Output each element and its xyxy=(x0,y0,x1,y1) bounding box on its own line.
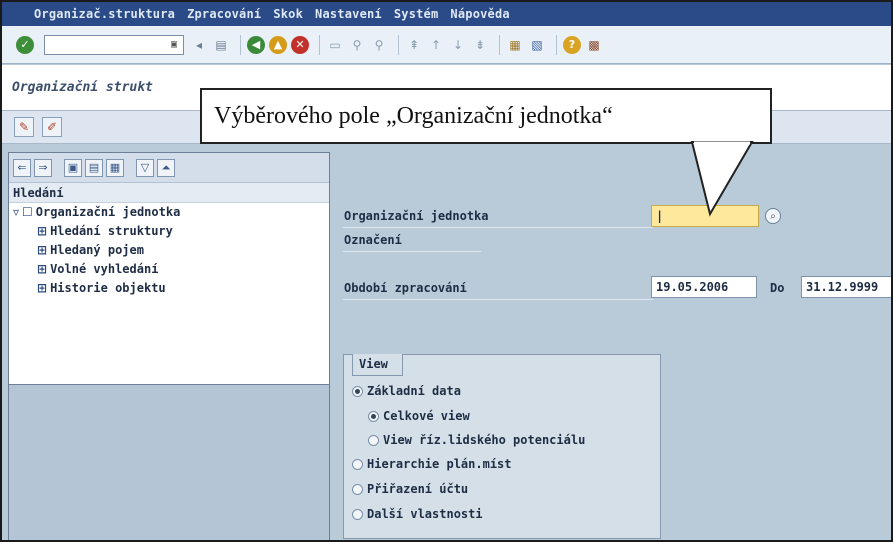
change-icon[interactable]: ✎ xyxy=(14,117,34,137)
page-title: Organizační strukt xyxy=(12,80,153,95)
detail-icon[interactable]: ▣ xyxy=(64,158,82,177)
toolbar-separator xyxy=(240,34,241,55)
find-next-icon[interactable]: ⚲ xyxy=(370,36,388,54)
period-to-input[interactable]: 31.12.9999 xyxy=(801,276,891,298)
radio-selected-icon[interactable] xyxy=(352,385,363,397)
menu-organizacni-struktura[interactable]: Organizač.struktura xyxy=(34,7,175,21)
radio-icon[interactable] xyxy=(352,508,363,520)
tree-item-label: Volné vyhledání xyxy=(50,262,159,276)
radio-selected-icon[interactable] xyxy=(368,410,379,422)
org-unit-input[interactable]: | xyxy=(651,205,759,227)
next-page-icon[interactable]: ↓ xyxy=(449,36,467,54)
tree-root-org-unit[interactable]: ▿ ☐ Organizační jednotka xyxy=(9,203,329,222)
menu-zpracovani[interactable]: Zpracování xyxy=(187,7,261,21)
radio-celkove-view[interactable]: Celkové view xyxy=(368,409,470,423)
tree-item-historie-objektu[interactable]: ⊞ Historie objektu xyxy=(9,279,329,298)
expand-icon[interactable]: ▽ xyxy=(136,158,154,177)
radio-hierarchie-plan-mist[interactable]: Hierarchie plán.míst xyxy=(352,457,512,471)
period-label: Období zpracování xyxy=(344,281,467,295)
tree-item-label: Historie objektu xyxy=(50,281,166,295)
help-icon[interactable]: ? xyxy=(563,35,581,54)
collapse-icon[interactable]: ◂ xyxy=(190,36,208,54)
menu-skok[interactable]: Skok xyxy=(273,7,303,21)
layout-icon[interactable]: ▩ xyxy=(585,36,603,54)
tree-expand-icon[interactable]: ▿ xyxy=(13,203,19,222)
toolbar-separator xyxy=(556,34,557,55)
callout-box: Výběrového pole „Organizační jednotka“ xyxy=(200,88,772,144)
menu-bar: Organizač.struktura Zpracování Skok Nast… xyxy=(2,2,891,26)
designation-label: Označení xyxy=(344,233,402,247)
collapse-tree-icon[interactable]: ⏶ xyxy=(157,158,175,177)
cancel-icon[interactable]: ✕ xyxy=(291,35,309,54)
tree-item-label: Hledaný pojem xyxy=(50,243,144,257)
radio-prirazeni-uctu[interactable]: Přiřazení účtu xyxy=(352,482,468,496)
view-group-box: View Základní data Celkové view View říz… xyxy=(343,354,661,539)
find-icon[interactable]: ⚲ xyxy=(348,36,366,54)
toolbar-separator xyxy=(398,34,399,55)
sap-window: Organizač.struktura Zpracování Skok Nast… xyxy=(0,0,893,542)
org-unit-label: Organizační jednotka xyxy=(344,209,489,223)
menu-napoveda[interactable]: Nápověda xyxy=(450,7,509,21)
command-field[interactable]: ▣ xyxy=(44,34,184,55)
navigation-panel: ⇐ ⇒ ▣ ▤ ▦ ▽ ⏶ Hledání ▿ ☐ Organizační je… xyxy=(8,152,330,385)
binoculars-icon: ⊞ xyxy=(37,224,48,238)
tree-item-hledany-pojem[interactable]: ⊞ Hledaný pojem xyxy=(9,241,329,260)
print-icon[interactable]: ▭ xyxy=(326,36,344,54)
arrow-left-icon[interactable]: ⇐ xyxy=(13,158,31,177)
create-session-icon[interactable]: ▦ xyxy=(506,36,524,54)
selection-area: Organizační jednotka | ⌕ Označení Období… xyxy=(335,145,891,540)
tree-item-label: Hledání struktury xyxy=(50,224,173,238)
tree-root-label: Organizační jednotka xyxy=(35,205,181,219)
search-help-icon[interactable]: ⌕ xyxy=(765,208,781,224)
binoculars-icon: ⊞ xyxy=(37,281,48,295)
period-to-label: Do xyxy=(770,281,785,295)
list-icon[interactable]: ▤ xyxy=(85,158,103,177)
radio-icon[interactable] xyxy=(352,483,363,495)
radio-icon[interactable] xyxy=(368,434,379,446)
history-dropdown-icon[interactable]: ▣ xyxy=(167,38,181,52)
shortcut-icon[interactable]: ▧ xyxy=(528,36,546,54)
last-page-icon[interactable]: ⇟ xyxy=(471,36,489,54)
enter-icon[interactable]: ✓ xyxy=(16,35,34,54)
menu-nastaveni[interactable]: Nastavení xyxy=(315,7,382,21)
tree-header: Hledání xyxy=(9,183,329,203)
radio-zakladni-data[interactable]: Základní data xyxy=(352,384,461,398)
toolbar-separator xyxy=(319,34,320,55)
navigation-lower-area xyxy=(8,385,330,540)
tree-item-volne-vyhledani[interactable]: ⊞ Volné vyhledání xyxy=(9,260,329,279)
period-from-input[interactable]: 19.05.2006 xyxy=(651,276,757,298)
menu-system[interactable]: Systém xyxy=(394,7,439,21)
toolbar-separator xyxy=(499,34,500,55)
arrow-right-icon[interactable]: ⇒ xyxy=(34,158,52,177)
callout-text: Výběrového pole „Organizační jednotka“ xyxy=(214,102,613,129)
standard-toolbar: ✓ ▣ ◂ ▤ ◀ ▲ ✕ ▭ ⚲ ⚲ ⇞ ↑ ↓ ⇟ ▦ ▧ ? ▩ xyxy=(2,26,891,64)
exit-icon[interactable]: ▲ xyxy=(269,35,287,54)
back-icon[interactable]: ◀ xyxy=(247,35,265,54)
view-group-title: View xyxy=(352,354,403,376)
radio-dalsi-vlastnosti[interactable]: Další vlastnosti xyxy=(352,507,483,521)
prev-page-icon[interactable]: ↑ xyxy=(427,36,445,54)
radio-view-riz-lidskeho-potencialu[interactable]: View říz.lidského potenciálu xyxy=(368,433,585,447)
tree-item-hledani-struktury[interactable]: ⊞ Hledání struktury xyxy=(9,222,329,241)
folder-icon: ☐ xyxy=(22,205,33,219)
radio-icon[interactable] xyxy=(352,458,363,470)
table-icon[interactable]: ▦ xyxy=(106,158,124,177)
navigation-toolbar: ⇐ ⇒ ▣ ▤ ▦ ▽ ⏶ xyxy=(9,153,329,183)
first-page-icon[interactable]: ⇞ xyxy=(405,36,423,54)
binoculars-icon: ⊞ xyxy=(37,262,48,276)
binoculars-icon: ⊞ xyxy=(37,243,48,257)
save-icon[interactable]: ▤ xyxy=(212,36,230,54)
edit-icon[interactable]: ✐ xyxy=(42,117,62,137)
